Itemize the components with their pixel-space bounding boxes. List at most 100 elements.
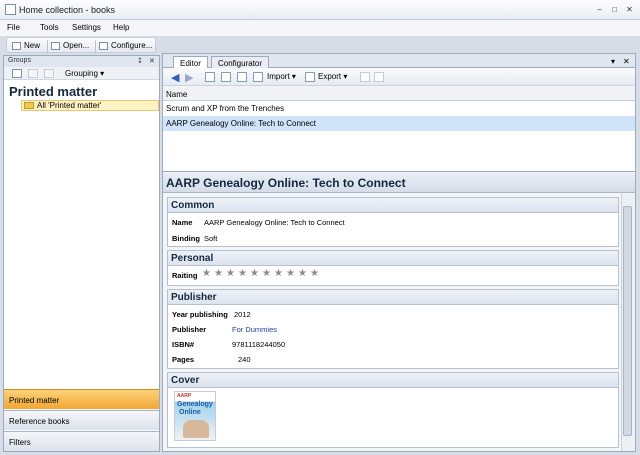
star-icon[interactable]: ★ [250,269,259,279]
cover-header: Cover [168,373,618,388]
pages-label: Pages [172,355,195,364]
export-button[interactable]: Export ▾ [318,72,347,81]
publisher-label: Publisher [172,325,207,334]
edit-group-icon[interactable] [28,69,38,78]
import-label: Import [267,72,290,81]
personal-header: Personal [168,251,618,266]
configure-button[interactable]: Configure... [98,40,152,52]
tree-item-all[interactable]: All 'Printed matter' [21,100,159,111]
new-button[interactable]: New [11,40,40,52]
export-label: Export [318,72,342,81]
common-header: Common [168,198,618,213]
publisher-header: Publisher [168,290,618,305]
star-icon[interactable]: ★ [262,269,271,279]
tab-strip: Editor Configurator ▾ ✕ [163,54,635,68]
star-icon[interactable]: ★ [238,269,247,279]
pin-icon[interactable]: ↧ [137,57,143,65]
binding-value[interactable]: Soft [204,234,217,243]
configure-label: Configure... [111,41,153,50]
cover-title-line1: Genealogy [177,401,213,408]
edit-record-icon[interactable] [221,72,231,82]
group-title: Printed matter [9,84,98,99]
cover-title-line2: Online [179,409,201,416]
year-value[interactable]: 2012 [234,310,251,319]
common-section: Common Name AARP Genealogy Online: Tech … [167,197,619,247]
cover-brand: AARP [177,393,192,399]
list-item[interactable]: AARP Genealogy Online: Tech to Connect [163,116,635,131]
name-value[interactable]: AARP Genealogy Online: Tech to Connect [204,218,345,227]
menu-help[interactable]: Help [113,23,129,32]
star-icon[interactable]: ★ [214,269,223,279]
groups-toolbar: Grouping ▾ [4,67,159,80]
wrench-icon [99,42,108,50]
list-item[interactable]: Scrum and XP from the Trenches [163,101,635,116]
groups-header: Groups ↧ ✕ [4,56,159,67]
tab-configurator[interactable]: Configurator [211,56,270,68]
detail-title: AARP Genealogy Online: Tech to Connect [163,173,635,193]
close-pane-icon[interactable]: ✕ [149,57,155,65]
groups-header-label: Groups [8,57,31,64]
nav-filters[interactable]: Filters [4,431,159,451]
new-record-icon[interactable] [205,72,215,82]
folder-icon [24,102,34,109]
minimize-button[interactable]: – [594,4,605,15]
tab-editor[interactable]: Editor [173,56,208,68]
year-label: Year publishing [172,310,228,319]
close-window-button[interactable]: ✕ [624,4,635,15]
forward-arrow-icon[interactable]: ▶ [185,71,193,84]
open-label: Open... [63,41,90,50]
menu-tools[interactable]: Tools [40,23,59,32]
star-icon[interactable]: ★ [226,269,235,279]
delete-record-icon[interactable] [237,72,247,82]
binding-label: Binding [172,234,200,243]
star-icon[interactable]: ★ [274,269,283,279]
editor-pane: Editor Configurator ▾ ✕ ◀ ▶ Import ▾ Exp… [162,53,636,452]
pages-value[interactable]: 240 [238,355,251,364]
chevron-down-icon: ▾ [343,72,348,81]
import-icon [253,72,263,82]
open-icon [51,42,60,50]
grouping-dropdown[interactable]: Grouping ▾ [65,69,104,78]
toolbar-separator [47,40,48,52]
scrollbar-thumb[interactable] [623,206,632,436]
nav-printed-matter[interactable]: Printed matter [4,389,159,409]
close-tab-icon[interactable]: ✕ [623,57,630,66]
title-bar: Home collection - books – □ ✕ [0,0,640,20]
import-button[interactable]: Import ▾ [267,72,296,81]
rating-stars[interactable]: ★ ★ ★ ★ ★ ★ ★ ★ ★ ★ [202,269,327,280]
new-icon [12,42,21,50]
menu-file[interactable]: File [7,23,20,32]
grouping-label: Grouping [65,69,98,78]
cover-image[interactable]: AARP Genealogy Online [174,391,216,441]
cover-section: Cover AARP Genealogy Online [167,372,619,448]
export-icon [305,72,315,82]
nav-reference-books[interactable]: Reference books [4,410,159,430]
menu-bar: File Tools Settings Help [0,20,640,36]
maximize-button[interactable]: □ [609,4,620,15]
tree-item-label: All 'Printed matter' [37,101,102,110]
publisher-link[interactable]: For Dummies [232,325,277,334]
cover-photo [183,420,209,438]
star-icon[interactable]: ★ [310,269,319,279]
toolbar-separator [95,40,96,52]
back-arrow-icon[interactable]: ◀ [171,71,179,84]
star-icon[interactable]: ★ [286,269,295,279]
tab-dropdown-icon[interactable]: ▾ [611,57,615,66]
star-icon[interactable]: ★ [298,269,307,279]
isbn-label: ISBN# [172,340,195,349]
records-list: Name Scrum and XP from the Trenches AARP… [163,87,635,172]
copy-icon[interactable] [360,72,370,82]
star-icon[interactable]: ★ [202,269,211,279]
new-label: New [24,41,41,50]
column-header-name[interactable]: Name [163,87,635,101]
chevron-down-icon: ▾ [291,72,296,81]
open-button[interactable]: Open... [50,40,89,52]
add-group-icon[interactable] [12,69,22,78]
window-title: Home collection - books [19,5,116,15]
menu-settings[interactable]: Settings [72,23,101,32]
isbn-value[interactable]: 9781118244050 [232,340,285,349]
groups-pane: Groups ↧ ✕ Grouping ▾ Printed matter All… [3,55,160,452]
name-label: Name [172,218,193,227]
print-icon[interactable] [374,72,384,82]
delete-group-icon[interactable] [44,69,54,78]
